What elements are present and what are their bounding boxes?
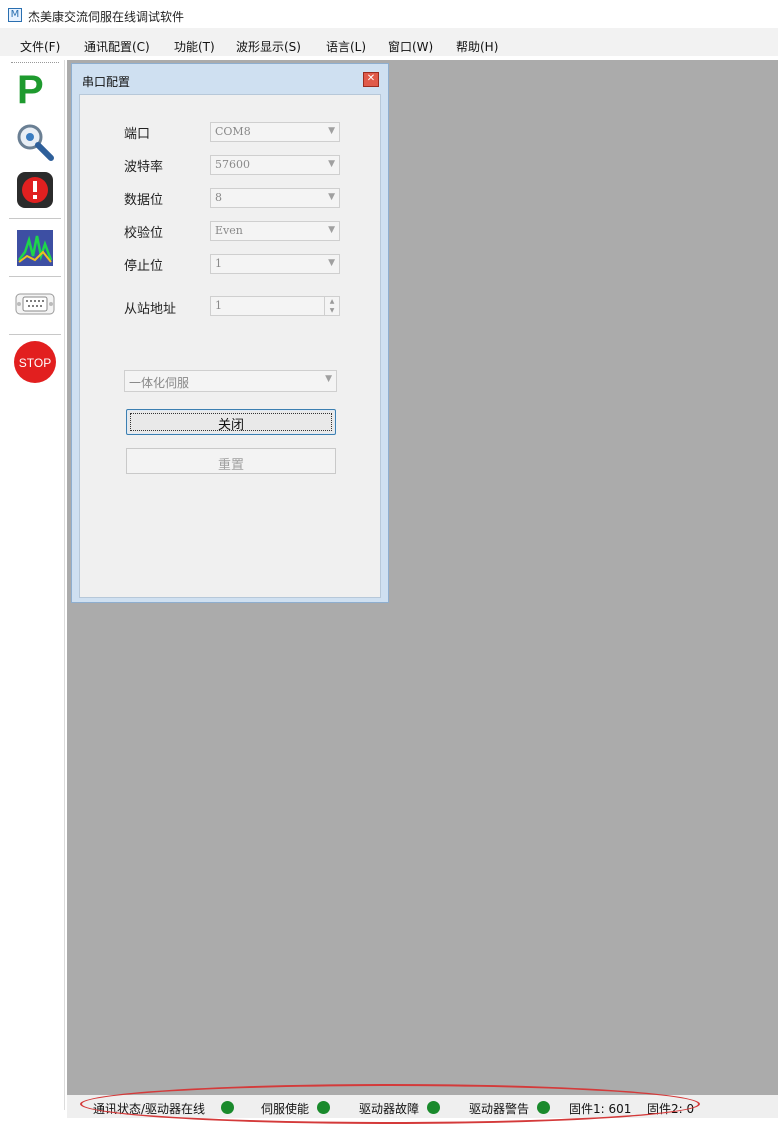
- menu-comm-config[interactable]: 通讯配置(C): [84, 38, 150, 55]
- chevron-down-icon: ▼: [325, 374, 332, 384]
- dialog-title: 串口配置: [82, 75, 131, 89]
- databits-value: 8: [215, 191, 222, 204]
- toolbar-separator: [9, 276, 61, 277]
- slave-address-label: 从站地址: [124, 302, 177, 317]
- toolbar-separator: [9, 334, 61, 335]
- device-type-select[interactable]: 一体化伺服 ▼: [124, 370, 337, 392]
- menu-bar: 文件(F) 通讯配置(C) 功能(T) 波形显示(S) 语言(L) 窗口(W) …: [0, 28, 778, 56]
- parameter-button[interactable]: P: [13, 68, 57, 116]
- spin-arrows-icon[interactable]: ▲ ▼: [324, 297, 339, 315]
- port-label: 端口: [124, 127, 151, 142]
- close-icon[interactable]: ✕: [363, 72, 379, 87]
- serial-port-icon: [15, 293, 55, 315]
- chevron-down-icon: ▼: [328, 192, 335, 202]
- left-toolbar: P STOP: [7, 60, 65, 1110]
- magnifier-icon: [17, 124, 54, 161]
- slave-address-spinbox[interactable]: 1 ▲ ▼: [210, 296, 340, 316]
- stop-icon: STOP: [14, 341, 56, 383]
- dialog-body: 端口 COM8 ▼ 波特率 57600 ▼ 数据位 8 ▼ 校验位 Even ▼…: [79, 94, 381, 598]
- parameter-p-icon: P: [17, 68, 44, 112]
- menu-window[interactable]: 窗口(W): [388, 38, 433, 55]
- waveform-button[interactable]: [13, 226, 57, 270]
- toolbar-grip: [11, 62, 59, 63]
- stopbits-value: 1: [215, 257, 222, 270]
- chevron-down-icon: ▼: [328, 225, 335, 235]
- device-type-value: 一体化伺服: [129, 376, 190, 390]
- menu-file[interactable]: 文件(F): [20, 38, 60, 55]
- chevron-down-icon: ▼: [328, 159, 335, 169]
- alarm-icon: [17, 172, 53, 208]
- annotation-oval: [80, 1084, 700, 1124]
- svg-text:STOP: STOP: [19, 356, 51, 370]
- stopbits-label: 停止位: [124, 259, 164, 274]
- app-icon: M: [8, 8, 22, 22]
- parity-select[interactable]: Even ▼: [210, 221, 340, 241]
- menu-waveform[interactable]: 波形显示(S): [236, 38, 301, 55]
- menu-function[interactable]: 功能(T): [174, 38, 215, 55]
- chevron-down-icon: ▼: [328, 258, 335, 268]
- parity-value: Even: [215, 224, 243, 237]
- menu-help[interactable]: 帮助(H): [456, 38, 498, 55]
- stop-button[interactable]: STOP: [13, 340, 57, 384]
- reset-button-label: 重置: [217, 458, 244, 473]
- alarm-button[interactable]: [13, 168, 57, 212]
- baud-select[interactable]: 57600 ▼: [210, 155, 340, 175]
- chevron-down-icon: ▼: [328, 126, 335, 136]
- baud-value: 57600: [215, 158, 250, 171]
- window-title: 杰美康交流伺服在线调试软件: [28, 10, 185, 24]
- slave-address-value: 1: [215, 299, 222, 312]
- close-button[interactable]: 关闭: [126, 409, 336, 435]
- serial-port-button[interactable]: [13, 282, 57, 326]
- menu-language[interactable]: 语言(L): [326, 38, 366, 55]
- databits-select[interactable]: 8 ▼: [210, 188, 340, 208]
- close-button-label: 关闭: [217, 418, 244, 433]
- monitor-button[interactable]: [13, 120, 57, 164]
- baud-label: 波特率: [124, 160, 164, 175]
- serial-config-window: 串口配置 ✕ 端口 COM8 ▼ 波特率 57600 ▼ 数据位 8 ▼ 校验位…: [71, 63, 389, 603]
- title-bar: M 杰美康交流伺服在线调试软件: [0, 0, 778, 28]
- reset-button[interactable]: 重置: [126, 448, 336, 474]
- port-value: COM8: [215, 125, 251, 138]
- toolbar-separator: [9, 218, 61, 219]
- waveform-icon: [17, 230, 53, 266]
- stopbits-select[interactable]: 1 ▼: [210, 254, 340, 274]
- parity-label: 校验位: [124, 226, 164, 241]
- port-select[interactable]: COM8 ▼: [210, 122, 340, 142]
- databits-label: 数据位: [124, 193, 164, 208]
